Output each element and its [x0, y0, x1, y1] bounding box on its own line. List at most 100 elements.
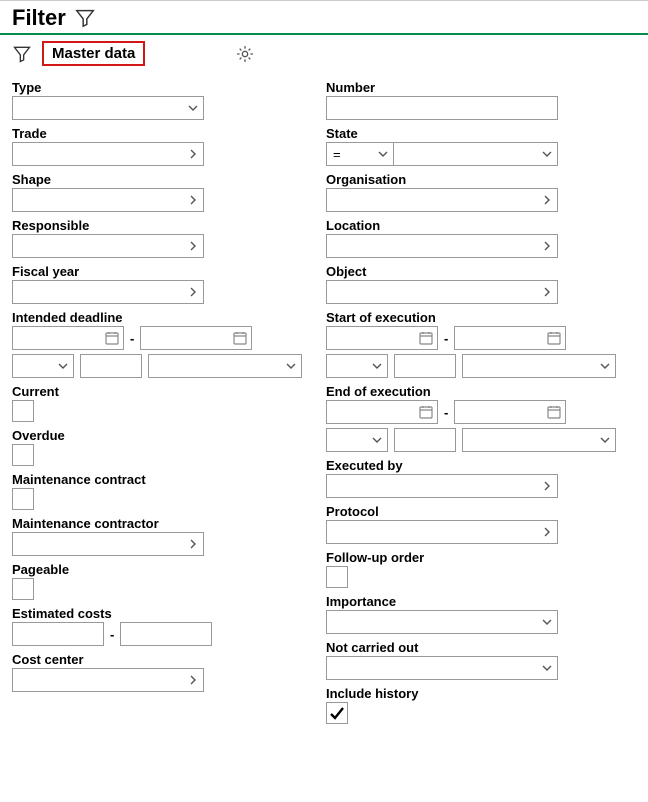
intended-deadline-label: Intended deadline	[12, 310, 302, 325]
location-label: Location	[326, 218, 616, 233]
chevron-right-icon	[541, 526, 553, 538]
organisation-lookup[interactable]	[326, 188, 558, 212]
follow-up-order-checkbox[interactable]	[326, 566, 348, 588]
end-unit-select[interactable]	[462, 428, 616, 452]
object-lookup[interactable]	[326, 280, 558, 304]
executed-by-lookup[interactable]	[326, 474, 558, 498]
calendar-icon	[104, 330, 120, 346]
importance-label: Importance	[326, 594, 616, 609]
executed-by-label: Executed by	[326, 458, 616, 473]
shape-lookup[interactable]	[12, 188, 204, 212]
protocol-label: Protocol	[326, 504, 616, 519]
maintenance-contractor-label: Maintenance contractor	[12, 516, 302, 531]
follow-up-order-label: Follow-up order	[326, 550, 616, 565]
protocol-lookup[interactable]	[326, 520, 558, 544]
type-label: Type	[12, 80, 302, 95]
maintenance-contract-checkbox[interactable]	[12, 488, 34, 510]
gear-icon[interactable]	[235, 44, 255, 64]
pageable-checkbox[interactable]	[12, 578, 34, 600]
estimated-costs-from[interactable]	[12, 622, 104, 646]
state-value-select[interactable]	[394, 142, 558, 166]
calendar-icon	[418, 404, 434, 420]
organisation-label: Organisation	[326, 172, 616, 187]
calendar-icon	[418, 330, 434, 346]
chevron-right-icon	[187, 194, 199, 206]
chevron-down-icon	[599, 360, 611, 372]
chevron-down-icon	[541, 616, 553, 628]
not-carried-out-label: Not carried out	[326, 640, 616, 655]
calendar-icon	[546, 404, 562, 420]
shape-label: Shape	[12, 172, 302, 187]
fiscal-year-lookup[interactable]	[12, 280, 204, 304]
chevron-right-icon	[541, 194, 553, 206]
include-history-label: Include history	[326, 686, 616, 701]
chevron-down-icon	[599, 434, 611, 446]
trade-lookup[interactable]	[12, 142, 204, 166]
chevron-right-icon	[541, 480, 553, 492]
range-dash: -	[108, 627, 116, 642]
end-op-select[interactable]	[326, 428, 388, 452]
chevron-down-icon	[377, 148, 389, 160]
location-lookup[interactable]	[326, 234, 558, 258]
not-carried-out-select[interactable]	[326, 656, 558, 680]
chevron-right-icon	[187, 538, 199, 550]
importance-select[interactable]	[326, 610, 558, 634]
page-title: Filter	[12, 5, 66, 31]
filter-tab-icon[interactable]	[12, 44, 32, 64]
current-label: Current	[12, 384, 302, 399]
responsible-label: Responsible	[12, 218, 302, 233]
calendar-icon	[546, 330, 562, 346]
start-unit-select[interactable]	[462, 354, 616, 378]
object-label: Object	[326, 264, 616, 279]
tab-master-data[interactable]: Master data	[42, 41, 145, 66]
range-dash: -	[128, 331, 136, 346]
trade-label: Trade	[12, 126, 302, 141]
chevron-right-icon	[187, 674, 199, 686]
pageable-label: Pageable	[12, 562, 302, 577]
cost-center-lookup[interactable]	[12, 668, 204, 692]
filter-icon	[74, 7, 96, 29]
intended-deadline-to[interactable]	[140, 326, 252, 350]
cost-center-label: Cost center	[12, 652, 302, 667]
number-input[interactable]	[326, 96, 558, 120]
chevron-down-icon	[285, 360, 297, 372]
deadline-value-input[interactable]	[80, 354, 142, 378]
chevron-down-icon	[541, 148, 553, 160]
type-select[interactable]	[12, 96, 204, 120]
current-checkbox[interactable]	[12, 400, 34, 422]
start-op-select[interactable]	[326, 354, 388, 378]
chevron-right-icon	[541, 286, 553, 298]
intended-deadline-from[interactable]	[12, 326, 124, 350]
overdue-checkbox[interactable]	[12, 444, 34, 466]
overdue-label: Overdue	[12, 428, 302, 443]
chevron-right-icon	[541, 240, 553, 252]
responsible-lookup[interactable]	[12, 234, 204, 258]
chevron-down-icon	[541, 662, 553, 674]
chevron-right-icon	[187, 286, 199, 298]
chevron-down-icon	[371, 360, 383, 372]
chevron-right-icon	[187, 240, 199, 252]
chevron-down-icon	[371, 434, 383, 446]
range-dash: -	[442, 331, 450, 346]
state-operator-value: =	[333, 147, 341, 162]
include-history-checkbox[interactable]	[326, 702, 348, 724]
chevron-right-icon	[187, 148, 199, 160]
end-execution-from[interactable]	[326, 400, 438, 424]
range-dash: -	[442, 405, 450, 420]
start-execution-to[interactable]	[454, 326, 566, 350]
end-execution-label: End of execution	[326, 384, 616, 399]
state-operator-select[interactable]: =	[326, 142, 394, 166]
number-label: Number	[326, 80, 616, 95]
deadline-op-select[interactable]	[12, 354, 74, 378]
start-execution-label: Start of execution	[326, 310, 616, 325]
maintenance-contractor-lookup[interactable]	[12, 532, 204, 556]
estimated-costs-to[interactable]	[120, 622, 212, 646]
start-value-input[interactable]	[394, 354, 456, 378]
start-execution-from[interactable]	[326, 326, 438, 350]
chevron-down-icon	[57, 360, 69, 372]
deadline-unit-select[interactable]	[148, 354, 302, 378]
end-execution-to[interactable]	[454, 400, 566, 424]
check-icon	[328, 704, 346, 722]
chevron-down-icon	[187, 102, 199, 114]
end-value-input[interactable]	[394, 428, 456, 452]
